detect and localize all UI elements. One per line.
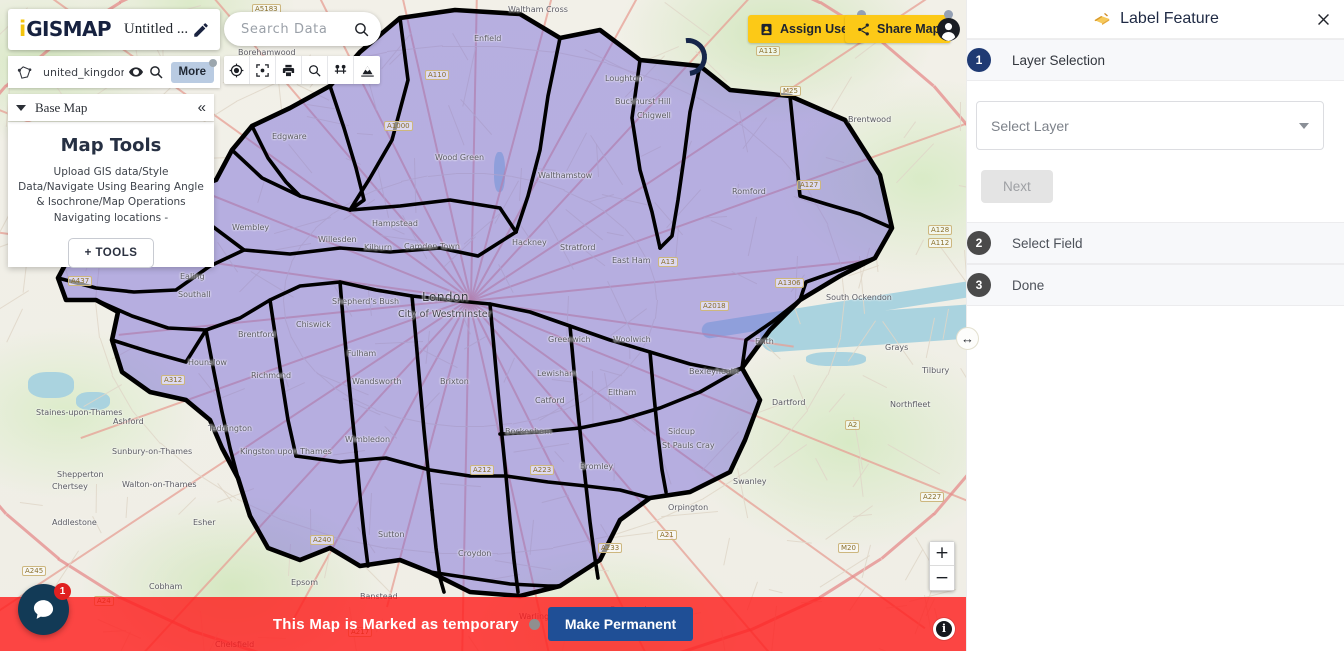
page-title: Untitled ...: [123, 21, 189, 37]
road-shield-label: A1000: [384, 121, 413, 131]
pencil-icon[interactable]: [192, 21, 210, 39]
road-shield-label: A1306: [775, 278, 804, 288]
logo-wordmark: GISMAP: [26, 17, 111, 41]
road-shield-label: A21: [657, 530, 677, 540]
measure-icon[interactable]: [328, 56, 354, 84]
gismap-application: Waltham Cross A5183 Borehamwood Enfield Loug…: [0, 0, 1344, 651]
attribution-button[interactable]: i: [933, 618, 955, 640]
road-shield-label: M20: [838, 543, 859, 553]
road-shield-label: A233: [598, 543, 623, 553]
label-tag-icon: [1094, 13, 1110, 25]
road-shield-label: A227: [920, 492, 945, 502]
make-permanent-button[interactable]: Make Permanent: [547, 607, 694, 641]
road-shield-label: A2018: [700, 301, 729, 311]
step-3-label: Done: [1012, 277, 1045, 293]
panel-title-group: Label Feature: [1092, 10, 1219, 28]
panel-header: Label Feature: [967, 0, 1344, 39]
layer-name: united_kingdom_a...: [43, 65, 124, 79]
basemap-row[interactable]: Base Map «: [8, 94, 214, 121]
label-feature-panel: Label Feature 1 Layer Selection Select L…: [966, 0, 1344, 651]
polygon-layer-icon: [17, 65, 32, 79]
road-shield-label: A113: [756, 46, 781, 56]
step-header-select-field[interactable]: 2 Select Field: [967, 222, 1344, 264]
search-bar[interactable]: [224, 12, 381, 46]
road-shield-label: A312: [161, 375, 186, 385]
map-tools-card: Map Tools Upload GIS data/Style Data/Nav…: [8, 122, 214, 268]
share-icon: [858, 23, 869, 35]
step-3-number: 3: [967, 273, 991, 297]
step-1-label: Layer Selection: [1012, 52, 1106, 68]
caret-down-icon[interactable]: [16, 104, 26, 111]
zoom-out-button[interactable]: −: [930, 566, 954, 590]
info-icon: i: [936, 621, 952, 637]
temporary-map-message: This Map is Marked as temporary: [272, 615, 519, 633]
map-tools-title: Map Tools: [60, 135, 162, 156]
horizontal-resize-icon[interactable]: ↔: [956, 327, 979, 350]
zoom-in-button[interactable]: +: [930, 542, 954, 566]
road-shield-label: A212: [470, 465, 495, 475]
search-input[interactable]: [241, 21, 353, 37]
panel-title: Label Feature: [1120, 10, 1219, 27]
print-icon[interactable]: [276, 56, 302, 84]
step-1-number: 1: [967, 48, 991, 72]
add-tools-button[interactable]: + TOOLS: [67, 237, 155, 268]
chat-unread-badge: 1: [54, 583, 71, 600]
select-layer-placeholder: Select Layer: [991, 117, 1069, 134]
road-shield-label: A110: [425, 70, 450, 80]
assign-user-label: Assign User: [780, 22, 853, 36]
temporary-map-banner: This Map is Marked as temporary Make Per…: [0, 597, 966, 651]
layer-row: united_kingdom_a... More: [8, 56, 220, 88]
step-2-number: 2: [967, 231, 991, 255]
close-icon[interactable]: [1315, 11, 1332, 28]
magnifier-icon[interactable]: [148, 64, 164, 80]
road-shield-label: A223: [530, 465, 555, 475]
notification-dot: [209, 58, 217, 67]
user-card-icon: [761, 23, 772, 35]
fit-extent-icon[interactable]: [250, 56, 276, 84]
search-map-icon[interactable]: [302, 56, 328, 84]
search-icon[interactable]: [353, 21, 370, 38]
road-shield-label: M25: [780, 86, 801, 96]
gismap-logo[interactable]: i GISMAP: [19, 17, 112, 41]
account-circle-icon[interactable]: [936, 17, 961, 42]
chevron-double-left-icon[interactable]: «: [198, 100, 206, 115]
road-shield-label: A128: [928, 225, 953, 235]
road-shield-label: A112: [928, 238, 953, 248]
select-layer-dropdown[interactable]: Select Layer: [976, 101, 1324, 150]
logo-i-letter: i: [19, 17, 27, 41]
next-button[interactable]: Next: [981, 170, 1053, 203]
road-shield-label: A240: [310, 535, 335, 545]
road-shield-label: A13: [658, 257, 678, 267]
layer-more-label: More: [178, 65, 206, 78]
layer-more-button[interactable]: More: [170, 58, 217, 83]
map-tools-description: Upload GIS data/Style Data/Navigate Usin…: [18, 166, 204, 224]
zoom-controls[interactable]: + −: [929, 541, 955, 591]
banner-dot: [528, 618, 540, 630]
chat-bubble-icon: [33, 600, 54, 619]
road-shield-label: A245: [22, 566, 47, 576]
map-toolbar[interactable]: [224, 56, 380, 84]
locate-me-icon[interactable]: [224, 56, 250, 84]
road-shield-label: A2: [845, 420, 861, 430]
chat-bubble-button[interactable]: 1: [18, 583, 71, 635]
step-1-body: Select Layer Next: [967, 81, 1344, 222]
step-header-done[interactable]: 3 Done: [967, 264, 1344, 306]
step-2-label: Select Field: [1012, 235, 1083, 251]
basemap-label: Base Map: [35, 99, 88, 115]
share-map-label: Share Map: [877, 22, 941, 36]
elevation-icon[interactable]: [354, 56, 380, 84]
step-header-layer-selection[interactable]: 1 Layer Selection: [967, 39, 1344, 81]
chevron-down-icon[interactable]: [1299, 122, 1309, 129]
road-shield-label: A437: [68, 276, 93, 286]
road-shield-label: A127: [797, 180, 822, 190]
map-title-bar: i GISMAP Untitled ...: [8, 9, 220, 50]
eye-icon[interactable]: [128, 64, 144, 80]
